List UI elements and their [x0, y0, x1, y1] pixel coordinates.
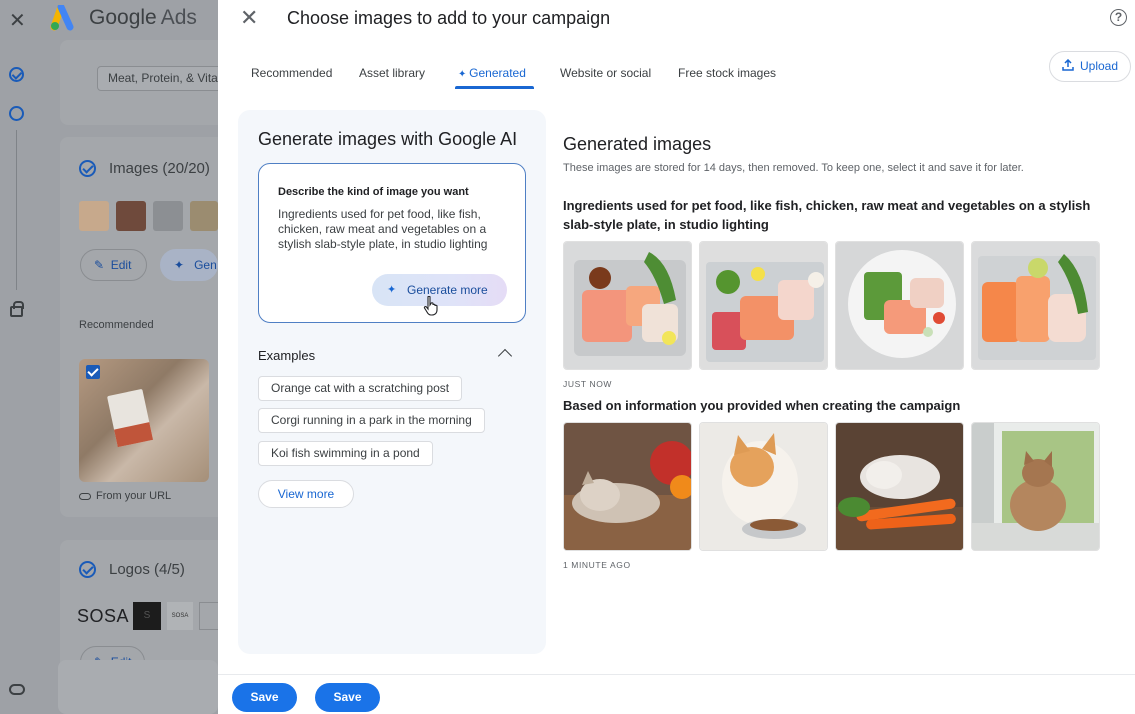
- logos-section-title: Logos (4/5): [109, 561, 185, 578]
- upload-button[interactable]: Upload: [1049, 51, 1131, 82]
- generated-image[interactable]: [699, 422, 828, 551]
- cat-image: [564, 423, 691, 550]
- close-icon[interactable]: ✕: [9, 8, 26, 33]
- generate-more-button[interactable]: ✦ Generate more: [372, 274, 507, 306]
- sparkle-icon: ✦: [458, 69, 470, 80]
- generated-image[interactable]: [563, 422, 692, 551]
- tab-asset-library[interactable]: Asset library: [359, 66, 425, 80]
- active-tab-indicator: [455, 86, 534, 89]
- save-button[interactable]: Save: [315, 683, 380, 712]
- category-chip[interactable]: Meat, Protein, & Vita: [97, 66, 227, 91]
- image-thumbnail[interactable]: [116, 201, 146, 231]
- bottom-card: [58, 660, 218, 714]
- brand-name: Google Ads: [89, 6, 197, 29]
- generated-image[interactable]: [971, 422, 1100, 551]
- food-image: [700, 242, 827, 369]
- example-chip[interactable]: Koi fish swimming in a pond: [258, 441, 433, 466]
- timestamp: 1 MINUTE AGO: [563, 560, 631, 570]
- sparkle-icon: ✦: [387, 284, 397, 296]
- generated-images-title: Generated images: [563, 134, 712, 154]
- link-icon: [79, 492, 91, 500]
- generated-image[interactable]: [971, 241, 1100, 370]
- help-icon[interactable]: ?: [1110, 9, 1127, 26]
- tab-website-or-social[interactable]: Website or social: [560, 66, 651, 80]
- food-image: [972, 242, 1099, 369]
- prompt-label: Describe the kind of image you want: [278, 186, 469, 198]
- generated-images-subtitle: These images are stored for 14 days, the…: [563, 162, 1024, 174]
- tab-recommended[interactable]: Recommended: [251, 66, 332, 80]
- footer-divider: [218, 674, 1135, 675]
- examples-label: Examples: [258, 348, 316, 363]
- cloud-icon: [9, 684, 25, 695]
- logo-black[interactable]: S: [133, 602, 161, 630]
- logo-outline[interactable]: [199, 602, 219, 630]
- logo-sosa[interactable]: SOSA: [77, 602, 129, 630]
- recommended-label: Recommended: [79, 319, 154, 331]
- checkbox-checked-icon[interactable]: [86, 365, 100, 379]
- food-image: [564, 242, 691, 369]
- hand-cursor-icon: [423, 296, 438, 316]
- cat-image: [836, 423, 963, 550]
- google-ads-logo-icon: [50, 5, 74, 31]
- close-dialog-icon[interactable]: ✕: [240, 7, 258, 29]
- generator-title: Generate images with Google AI: [258, 129, 518, 149]
- view-more-button[interactable]: View more: [258, 480, 354, 508]
- generate-images-button[interactable]: ✦ Gen: [160, 249, 218, 281]
- generated-image[interactable]: [699, 241, 828, 370]
- images-complete-icon: [79, 160, 96, 177]
- lock-icon: [10, 301, 24, 317]
- image-thumbnail[interactable]: [153, 201, 183, 231]
- cat-image: [972, 423, 1099, 550]
- generated-image[interactable]: [835, 422, 964, 551]
- step-complete-icon: [9, 67, 24, 82]
- tab-free-stock-images[interactable]: Free stock images: [678, 66, 776, 80]
- tab-generated[interactable]: ✦ Generated: [458, 66, 526, 80]
- generated-image[interactable]: [563, 241, 692, 370]
- cat-image: [700, 423, 827, 550]
- generated-image[interactable]: [835, 241, 964, 370]
- upload-icon: [1062, 59, 1074, 72]
- image-thumbnail[interactable]: [79, 201, 109, 231]
- step-current-icon: [9, 106, 24, 121]
- example-chip[interactable]: Orange cat with a scratching post: [258, 376, 463, 401]
- group-title: Based on information you provided when c…: [563, 398, 961, 413]
- group-title: Ingredients used for pet food, like fish…: [563, 198, 1091, 232]
- prompt-text[interactable]: Ingredients used for pet food, like fish…: [278, 207, 508, 252]
- image-thumbnail[interactable]: [190, 201, 218, 231]
- example-chip[interactable]: Corgi running in a park in the morning: [258, 408, 485, 433]
- timestamp: JUST NOW: [563, 379, 613, 389]
- logo-small[interactable]: SOSA: [167, 602, 193, 630]
- images-section-title: Images (20/20): [109, 160, 210, 177]
- food-image: [836, 242, 963, 369]
- edit-images-button[interactable]: ✎ Edit: [80, 249, 147, 281]
- logos-complete-icon: [79, 561, 96, 578]
- from-url-label: From your URL: [79, 490, 171, 502]
- save-button[interactable]: Save: [232, 683, 297, 712]
- step-line: [16, 130, 17, 290]
- dialog-title: Choose images to add to your campaign: [287, 8, 611, 28]
